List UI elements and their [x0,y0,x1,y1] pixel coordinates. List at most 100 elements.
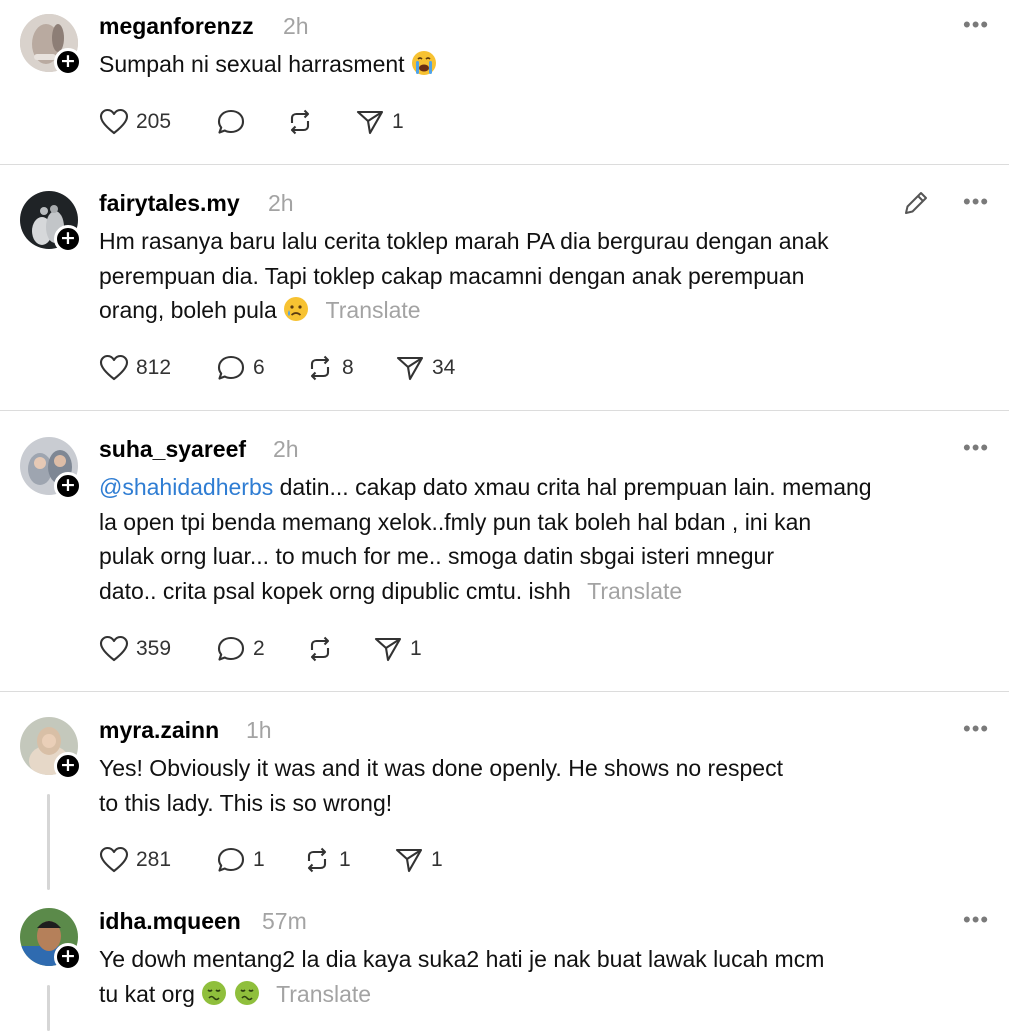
username[interactable]: myra.zainn [99,717,219,744]
share-button[interactable]: 1 [355,107,404,137]
post-text: Ye dowh mentang2 la dia kaya suka2 hati … [99,942,959,1015]
post-text-content: orang, boleh pula [99,297,277,323]
post-text: Yes! Obviously it was and it was done op… [99,751,959,820]
repost-arrows-icon [302,846,332,874]
heart-icon [99,846,129,874]
post-text-content: Sumpah ni sexual harrasment [99,51,405,77]
nauseated-face-icon [234,980,260,1016]
post-text: Hm rasanya baru lalu cerita toklep marah… [99,224,959,332]
follow-plus-icon[interactable]: + [54,472,82,500]
post-meganforenzz: + meganforenzz 2h ••• Sumpah ni sexual h… [0,0,1009,165]
repost-button[interactable] [285,107,322,137]
more-dots-icon[interactable]: ••• [963,14,989,36]
post-text-content: tu kat org [99,980,195,1007]
post-fairytales: + fairytales.my 2h ••• Hm rasanya baru l… [0,165,1009,411]
follow-plus-icon[interactable]: + [54,752,82,780]
follow-plus-icon[interactable]: + [54,225,82,253]
like-button[interactable]: 359 [99,634,171,664]
post-text-line: Yes! Obviously it was and it was done op… [99,755,783,781]
mention-link[interactable]: @shahidadherbs [99,474,273,500]
repost-button[interactable] [305,634,342,664]
post-text-line: tu kat org Translate [99,977,959,1016]
reply-button[interactable] [216,107,253,137]
paper-plane-icon [395,354,425,382]
share-count: 1 [431,848,443,871]
username[interactable]: fairytales.my [99,190,240,217]
follow-plus-icon[interactable]: + [54,943,82,971]
reply-count: 1 [253,848,265,871]
timestamp: 2h [268,190,294,216]
like-count: 205 [136,110,172,133]
more-dots-icon[interactable]: ••• [963,191,989,213]
paper-plane-icon [373,635,403,663]
speech-bubble-icon [216,635,246,663]
paper-plane-icon [394,846,424,874]
more-dots-icon[interactable]: ••• [963,718,989,740]
more-dots-icon[interactable]: ••• [963,909,989,931]
timestamp: 2h [273,436,299,462]
repost-arrows-icon [305,354,335,382]
post-text-line: la open tpi benda memang xelok..fmly pun… [99,508,812,535]
post-text-line: perempuan dia. Tapi toklep cakap macamni… [99,262,805,289]
share-count: 1 [410,637,422,660]
reply-button[interactable]: 6 [216,353,265,383]
share-button[interactable]: 1 [394,845,443,875]
heart-icon [99,354,129,382]
crying-face-icon [411,50,437,86]
post-text-line: dato.. crita psal kopek orng dipublic cm… [99,574,959,609]
pencil-icon[interactable] [902,189,930,222]
post-text-line: orang, boleh pula Translate [99,293,959,332]
timestamp: 2h [283,13,309,39]
post-idha-mqueen: + idha.mqueen 57m ••• Ye dowh mentang2 l… [0,892,1009,1031]
post-suha-syareef: + suha_syareef 2h ••• @shahidadherbs dat… [0,411,1009,691]
repost-count: 8 [342,356,354,379]
reply-button[interactable]: 1 [216,845,265,875]
post-text-content: dato.. crita psal kopek orng dipublic cm… [99,577,571,604]
timestamp: 57m [262,908,307,934]
repost-arrows-icon [285,108,315,136]
username[interactable]: meganforenzz [99,13,254,40]
repost-button[interactable]: 8 [305,353,354,383]
post-text-line: Ye dowh mentang2 la dia kaya suka2 hati … [99,946,825,972]
username[interactable]: idha.mqueen [99,908,241,935]
repost-button[interactable]: 1 [302,845,351,875]
thread-line [47,794,50,890]
post-myra-zainn: + myra.zainn 1h ••• Yes! Obviously it wa… [0,692,1009,892]
like-button[interactable]: 205 [99,107,171,137]
like-count: 281 [136,848,172,871]
username[interactable]: suha_syareef [99,436,246,463]
post-text-line: pulak orng luar... to much for me.. smog… [99,543,774,569]
more-dots-icon[interactable]: ••• [963,437,989,459]
paper-plane-icon [355,108,385,136]
repost-arrows-icon [305,635,335,663]
speech-bubble-icon [216,108,246,136]
reply-count: 6 [253,356,265,379]
like-button[interactable]: 281 [99,845,171,875]
post-text-line: to this lady. This is so wrong! [99,789,393,816]
share-button[interactable]: 1 [373,634,422,664]
post-text: @shahidadherbs datin... cakap dato xmau … [99,470,959,608]
timestamp: 1h [246,717,272,743]
repost-count: 1 [339,848,351,871]
post-text: Sumpah ni sexual harrasment [99,47,959,86]
heart-icon [99,635,129,663]
follow-plus-icon[interactable]: + [54,48,82,76]
like-button[interactable]: 812 [99,353,171,383]
translate-link[interactable]: Translate [587,578,682,604]
reply-button[interactable]: 2 [216,634,265,664]
like-count: 359 [136,637,172,660]
heart-icon [99,108,129,136]
post-text-content: datin... cakap dato xmau crita hal premp… [273,474,872,500]
thread-line [47,985,50,1031]
nauseated-face-icon [201,980,227,1016]
share-count: 1 [392,110,404,133]
post-text-line: @shahidadherbs datin... cakap dato xmau … [99,470,959,505]
post-text-line: Hm rasanya baru lalu cerita toklep marah… [99,228,829,254]
translate-link[interactable]: Translate [326,297,421,323]
share-count: 34 [432,356,456,379]
translate-link[interactable]: Translate [276,981,371,1007]
sad-tear-face-icon [283,296,309,332]
share-button[interactable]: 34 [395,353,455,383]
like-count: 812 [136,356,172,379]
reply-count: 2 [253,637,265,660]
